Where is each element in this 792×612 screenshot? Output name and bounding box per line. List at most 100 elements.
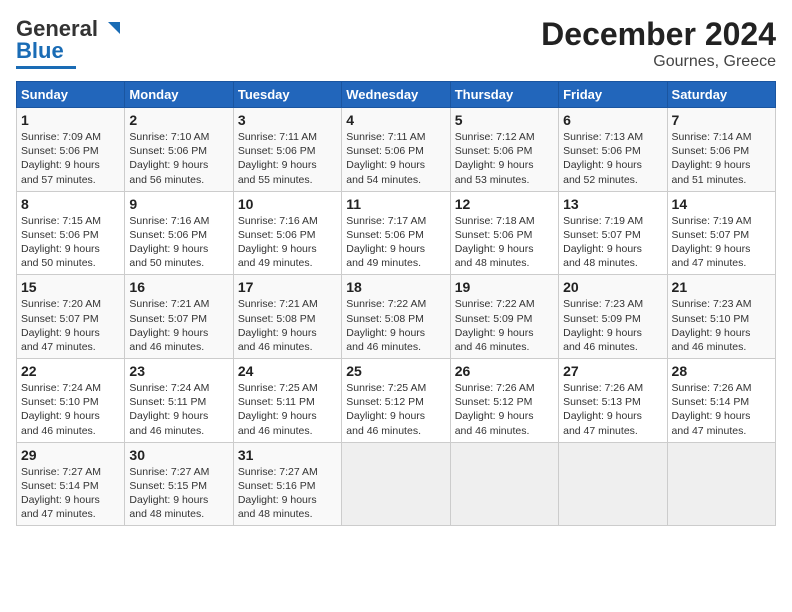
calendar-cell: 4 Sunrise: 7:11 AM Sunset: 5:06 PM Daylig… xyxy=(342,108,450,192)
day-number: 28 xyxy=(672,363,771,379)
calendar-week-row: 8 Sunrise: 7:15 AM Sunset: 5:06 PM Daylig… xyxy=(17,191,776,275)
day-info: Sunrise: 7:21 AM Sunset: 5:07 PM Dayligh… xyxy=(129,297,228,354)
page-header: General Blue December 2024 Gournes, Gree… xyxy=(16,16,776,71)
day-number: 4 xyxy=(346,112,445,128)
calendar-cell: 26Sunrise: 7:26 AM Sunset: 5:12 PM Dayli… xyxy=(450,359,558,443)
logo: General Blue xyxy=(16,16,122,69)
calendar-cell: 28Sunrise: 7:26 AM Sunset: 5:14 PM Dayli… xyxy=(667,359,775,443)
calendar-cell: 25 Sunrise: 7:25 AM Sunset: 5:12 PM Dayli… xyxy=(342,359,450,443)
calendar-cell: 17 Sunrise: 7:21 AM Sunset: 5:08 PM Dayli… xyxy=(233,275,341,359)
day-number: 1 xyxy=(21,112,120,128)
calendar-cell: 10 Sunrise: 7:16 AM Sunset: 5:06 PM Dayli… xyxy=(233,191,341,275)
day-number: 14 xyxy=(672,196,771,212)
calendar-cell: 11Sunrise: 7:17 AM Sunset: 5:06 PM Dayli… xyxy=(342,191,450,275)
day-info: Sunrise: 7:27 AM Sunset: 5:16 PM Dayligh… xyxy=(238,465,337,522)
col-header-sunday: Sunday xyxy=(17,82,125,108)
day-info: Sunrise: 7:11 AM Sunset: 5:06 PM Dayligh… xyxy=(238,130,337,187)
title-block: December 2024 Gournes, Greece xyxy=(541,16,776,71)
calendar-cell: 1 Sunrise: 7:09 AM Sunset: 5:06 PM Daylig… xyxy=(17,108,125,192)
day-info: Sunrise: 7:27 AM Sunset: 5:14 PM Dayligh… xyxy=(21,465,120,522)
col-header-tuesday: Tuesday xyxy=(233,82,341,108)
day-number: 30 xyxy=(129,447,228,463)
day-number: 18 xyxy=(346,279,445,295)
day-info: Sunrise: 7:25 AM Sunset: 5:11 PM Dayligh… xyxy=(238,381,337,438)
calendar-cell: 13 Sunrise: 7:19 AM Sunset: 5:07 PM Dayli… xyxy=(559,191,667,275)
col-header-thursday: Thursday xyxy=(450,82,558,108)
calendar-cell: 21 Sunrise: 7:23 AM Sunset: 5:10 PM Dayli… xyxy=(667,275,775,359)
day-info: Sunrise: 7:24 AM Sunset: 5:10 PM Dayligh… xyxy=(21,381,120,438)
calendar-week-row: 22Sunrise: 7:24 AM Sunset: 5:10 PM Dayli… xyxy=(17,359,776,443)
day-info: Sunrise: 7:13 AM Sunset: 5:06 PM Dayligh… xyxy=(563,130,662,187)
day-number: 6 xyxy=(563,112,662,128)
calendar-cell: 29Sunrise: 7:27 AM Sunset: 5:14 PM Dayli… xyxy=(17,442,125,526)
calendar-cell: 3 Sunrise: 7:11 AM Sunset: 5:06 PM Daylig… xyxy=(233,108,341,192)
day-number: 3 xyxy=(238,112,337,128)
day-number: 10 xyxy=(238,196,337,212)
day-info: Sunrise: 7:12 AM Sunset: 5:06 PM Dayligh… xyxy=(455,130,554,187)
calendar-cell: 6 Sunrise: 7:13 AM Sunset: 5:06 PM Daylig… xyxy=(559,108,667,192)
day-number: 11 xyxy=(346,196,445,212)
day-info: Sunrise: 7:15 AM Sunset: 5:06 PM Dayligh… xyxy=(21,214,120,271)
logo-blue-text: Blue xyxy=(16,38,64,64)
day-info: Sunrise: 7:22 AM Sunset: 5:09 PM Dayligh… xyxy=(455,297,554,354)
calendar-cell: 22Sunrise: 7:24 AM Sunset: 5:10 PM Dayli… xyxy=(17,359,125,443)
calendar-cell: 15Sunrise: 7:20 AM Sunset: 5:07 PM Dayli… xyxy=(17,275,125,359)
day-info: Sunrise: 7:10 AM Sunset: 5:06 PM Dayligh… xyxy=(129,130,228,187)
day-number: 20 xyxy=(563,279,662,295)
calendar-cell: 31 Sunrise: 7:27 AM Sunset: 5:16 PM Dayli… xyxy=(233,442,341,526)
calendar-cell: 12 Sunrise: 7:18 AM Sunset: 5:06 PM Dayli… xyxy=(450,191,558,275)
calendar-cell: 27 Sunrise: 7:26 AM Sunset: 5:13 PM Dayli… xyxy=(559,359,667,443)
col-header-wednesday: Wednesday xyxy=(342,82,450,108)
col-header-monday: Monday xyxy=(125,82,233,108)
day-info: Sunrise: 7:22 AM Sunset: 5:08 PM Dayligh… xyxy=(346,297,445,354)
calendar-cell: 30Sunrise: 7:27 AM Sunset: 5:15 PM Dayli… xyxy=(125,442,233,526)
day-info: Sunrise: 7:24 AM Sunset: 5:11 PM Dayligh… xyxy=(129,381,228,438)
calendar-cell xyxy=(342,442,450,526)
calendar-cell: 20Sunrise: 7:23 AM Sunset: 5:09 PM Dayli… xyxy=(559,275,667,359)
day-number: 16 xyxy=(129,279,228,295)
calendar-week-row: 29Sunrise: 7:27 AM Sunset: 5:14 PM Dayli… xyxy=(17,442,776,526)
calendar-table: SundayMondayTuesdayWednesdayThursdayFrid… xyxy=(16,81,776,526)
day-info: Sunrise: 7:09 AM Sunset: 5:06 PM Dayligh… xyxy=(21,130,120,187)
calendar-cell: 23 Sunrise: 7:24 AM Sunset: 5:11 PM Dayli… xyxy=(125,359,233,443)
day-info: Sunrise: 7:25 AM Sunset: 5:12 PM Dayligh… xyxy=(346,381,445,438)
day-number: 19 xyxy=(455,279,554,295)
day-number: 23 xyxy=(129,363,228,379)
day-number: 12 xyxy=(455,196,554,212)
calendar-cell: 2 Sunrise: 7:10 AM Sunset: 5:06 PM Daylig… xyxy=(125,108,233,192)
day-number: 24 xyxy=(238,363,337,379)
day-info: Sunrise: 7:26 AM Sunset: 5:13 PM Dayligh… xyxy=(563,381,662,438)
day-number: 25 xyxy=(346,363,445,379)
day-info: Sunrise: 7:23 AM Sunset: 5:10 PM Dayligh… xyxy=(672,297,771,354)
day-info: Sunrise: 7:11 AM Sunset: 5:06 PM Dayligh… xyxy=(346,130,445,187)
calendar-cell: 19 Sunrise: 7:22 AM Sunset: 5:09 PM Dayli… xyxy=(450,275,558,359)
calendar-cell xyxy=(559,442,667,526)
calendar-week-row: 1 Sunrise: 7:09 AM Sunset: 5:06 PM Daylig… xyxy=(17,108,776,192)
day-info: Sunrise: 7:16 AM Sunset: 5:06 PM Dayligh… xyxy=(238,214,337,271)
day-number: 8 xyxy=(21,196,120,212)
calendar-cell xyxy=(667,442,775,526)
day-info: Sunrise: 7:26 AM Sunset: 5:12 PM Dayligh… xyxy=(455,381,554,438)
calendar-cell: 7Sunrise: 7:14 AM Sunset: 5:06 PM Daylig… xyxy=(667,108,775,192)
day-number: 9 xyxy=(129,196,228,212)
calendar-week-row: 15Sunrise: 7:20 AM Sunset: 5:07 PM Dayli… xyxy=(17,275,776,359)
day-number: 27 xyxy=(563,363,662,379)
day-info: Sunrise: 7:16 AM Sunset: 5:06 PM Dayligh… xyxy=(129,214,228,271)
location-subtitle: Gournes, Greece xyxy=(541,53,776,71)
day-number: 17 xyxy=(238,279,337,295)
day-info: Sunrise: 7:19 AM Sunset: 5:07 PM Dayligh… xyxy=(672,214,771,271)
calendar-cell: 5 Sunrise: 7:12 AM Sunset: 5:06 PM Daylig… xyxy=(450,108,558,192)
logo-icon xyxy=(100,18,122,40)
day-info: Sunrise: 7:18 AM Sunset: 5:06 PM Dayligh… xyxy=(455,214,554,271)
calendar-cell: 14 Sunrise: 7:19 AM Sunset: 5:07 PM Dayli… xyxy=(667,191,775,275)
calendar-cell: 18 Sunrise: 7:22 AM Sunset: 5:08 PM Dayli… xyxy=(342,275,450,359)
day-number: 15 xyxy=(21,279,120,295)
day-number: 21 xyxy=(672,279,771,295)
day-number: 2 xyxy=(129,112,228,128)
day-number: 5 xyxy=(455,112,554,128)
day-number: 13 xyxy=(563,196,662,212)
calendar-cell: 24 Sunrise: 7:25 AM Sunset: 5:11 PM Dayli… xyxy=(233,359,341,443)
day-number: 31 xyxy=(238,447,337,463)
day-info: Sunrise: 7:19 AM Sunset: 5:07 PM Dayligh… xyxy=(563,214,662,271)
day-info: Sunrise: 7:21 AM Sunset: 5:08 PM Dayligh… xyxy=(238,297,337,354)
